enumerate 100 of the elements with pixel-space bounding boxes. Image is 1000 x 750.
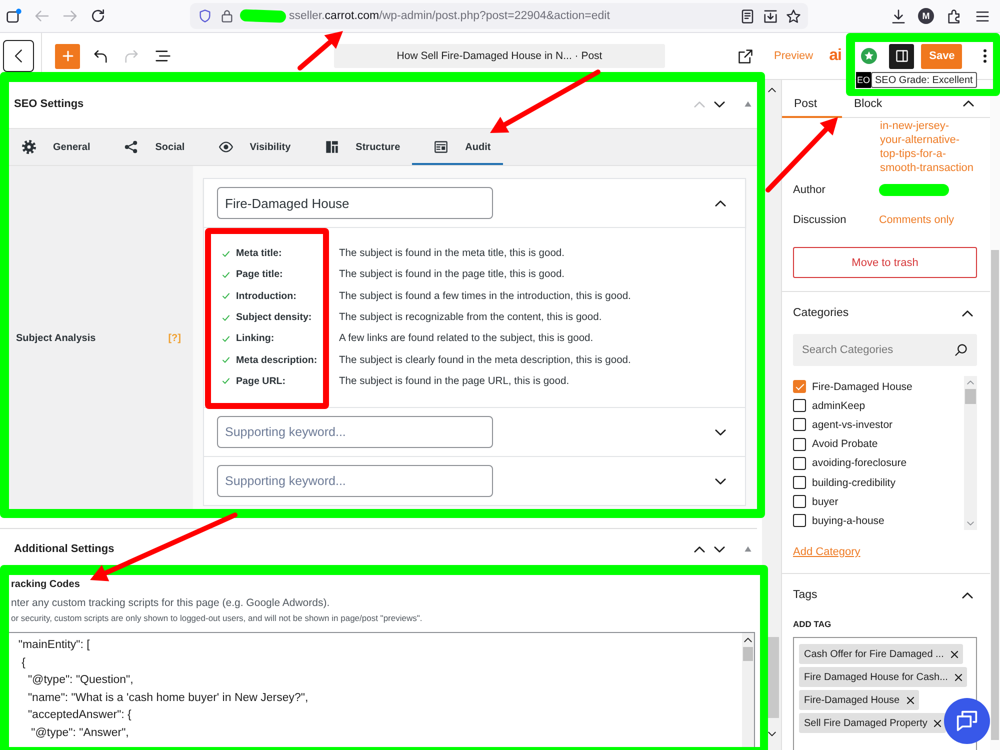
chevron-down-icon[interactable] — [715, 476, 726, 486]
lock-icon[interactable] — [220, 9, 234, 23]
field-label: Author — [793, 184, 826, 196]
field-note: or security, custom scripts are only shown to logged-out users, and will not be shown in page/post "previews". — [11, 613, 422, 623]
check-message: The subject is found a few times in the introduction, this is good. — [339, 290, 631, 302]
tag-field[interactable]: Cash Offer for Fire Damaged ... Fire Damaged House for Cash... Fire-Damaged House Sell Fire Damaged Property — [793, 637, 977, 750]
check-label: Page URL: — [236, 376, 287, 387]
checkbox[interactable] — [793, 438, 806, 451]
list-view-icon[interactable] — [155, 48, 171, 64]
page-icon[interactable] — [740, 8, 755, 24]
chevron-down-icon[interactable] — [714, 544, 725, 554]
check-message: The subject is found in the page URL, this is good. — [339, 376, 570, 387]
check-message: A few links are found related to the subject, this is good. — [339, 333, 594, 344]
sidebar-toggle-button[interactable] — [889, 44, 914, 68]
panel-title: Additional Settings — [14, 543, 114, 555]
external-link-icon[interactable] — [738, 48, 753, 64]
menu-icon[interactable] — [974, 8, 990, 24]
tab[interactable]: Audit — [412, 129, 503, 165]
document-icon — [434, 140, 448, 154]
field-description: nter any custom tracking scripts for this page (e.g. Google Adwords). — [11, 597, 330, 609]
chat-icon — [956, 710, 978, 732]
category-label: Fire-Damaged House — [812, 380, 912, 393]
close-icon[interactable] — [906, 696, 915, 704]
trash-button[interactable]: Move to trash — [793, 247, 977, 278]
scrollbar[interactable] — [990, 80, 1000, 750]
close-icon[interactable] — [954, 672, 963, 682]
keyword-input[interactable]: Supporting keyword... — [217, 416, 493, 448]
tooltip: SEO Grade: Excellent — [871, 72, 977, 88]
checkbox[interactable] — [793, 514, 806, 528]
chevron-up-icon[interactable] — [768, 86, 776, 94]
profile-avatar[interactable]: M — [918, 8, 934, 24]
checkbox[interactable] — [793, 380, 806, 394]
chevron-up-icon[interactable] — [963, 98, 974, 109]
section-label: Subject Analysis — [16, 332, 96, 344]
keyword-input[interactable]: Fire-Damaged House — [217, 187, 493, 219]
tab[interactable]: General — [0, 129, 102, 165]
check-message: The subject is clearly found in the meta description, this is good. — [339, 354, 631, 366]
close-icon[interactable] — [950, 650, 959, 658]
reload-icon[interactable] — [90, 8, 106, 24]
category-label: Avoid Probate — [812, 438, 878, 450]
chevron-down-icon[interactable] — [715, 426, 726, 438]
category-label: avoiding-foreclosure — [812, 457, 907, 470]
chevron-up-icon[interactable] — [715, 198, 726, 208]
triangle-up-icon[interactable] — [744, 545, 752, 553]
panel-title: SEO Settings — [14, 98, 84, 110]
triangle-up-icon[interactable] — [744, 100, 752, 108]
category-label: agent-vs-investor — [812, 418, 893, 431]
address-bar[interactable]: sseller.carrot.com/wp-admin/post.php?post=22904&action=edit — [190, 3, 808, 29]
section-title: Tags — [793, 589, 818, 601]
puzzle-piece-icon[interactable] — [946, 8, 962, 24]
check-label: Linking: — [236, 333, 276, 344]
chevron-up-icon[interactable] — [962, 308, 973, 318]
search-field[interactable]: Search Categories — [793, 334, 977, 366]
gear-icon — [22, 140, 36, 154]
back-button[interactable] — [3, 40, 34, 72]
chevron-down-icon[interactable] — [768, 730, 776, 738]
scrollbar-thumb[interactable] — [991, 250, 999, 740]
star-badge-icon[interactable] — [861, 48, 878, 64]
undo-icon[interactable] — [92, 48, 108, 64]
chevron-down-icon[interactable] — [714, 98, 725, 110]
chevron-up-icon[interactable] — [694, 544, 705, 554]
tab[interactable]: Visibility — [196, 129, 303, 165]
keyword-input[interactable]: Supporting keyword... — [217, 465, 493, 497]
check-label: Subject density: — [236, 312, 313, 324]
shield-icon[interactable] — [198, 9, 212, 23]
scrollbar[interactable] — [964, 376, 977, 530]
sidebar-tab[interactable]: Post — [782, 80, 842, 118]
tag-label: Fire-Damaged House — [804, 694, 900, 706]
star-icon[interactable] — [786, 8, 801, 24]
sidebar-panel-icon — [894, 49, 909, 63]
checkbox[interactable] — [793, 418, 806, 432]
tab[interactable]: Structure — [302, 129, 412, 165]
share-icon — [124, 140, 138, 154]
tag-label: Cash Offer for Fire Damaged ... — [804, 648, 944, 660]
check-message: The subject is recognizable from the content, this is good. — [339, 312, 602, 324]
download-tray-icon[interactable] — [763, 8, 778, 24]
download-icon[interactable] — [890, 8, 906, 24]
checkbox[interactable] — [793, 399, 806, 412]
category-label: adminKeep — [812, 400, 866, 412]
chevron-up-icon[interactable] — [962, 590, 973, 600]
check-label: Page title: — [236, 269, 284, 280]
document-title-bar[interactable]: How Sell Fire-Damaged House in N... · Post — [334, 44, 665, 68]
check-label: Meta title: — [236, 248, 283, 260]
label-tag: EO — [856, 72, 872, 88]
category-label: buying-a-house — [812, 514, 884, 527]
checkbox[interactable] — [793, 476, 806, 490]
checkbox[interactable] — [793, 495, 806, 508]
tab[interactable]: Social — [102, 129, 197, 165]
add-block-button[interactable] — [55, 44, 80, 68]
check-label: Introduction: — [236, 290, 298, 302]
checkbox[interactable] — [793, 456, 806, 470]
eye-icon — [218, 140, 233, 154]
chat-button[interactable] — [944, 698, 990, 744]
tag-label: Sell Fire Damaged Property — [804, 718, 928, 728]
close-icon[interactable] — [933, 718, 942, 728]
tag-label: Fire Damaged House for Cash... — [804, 672, 948, 682]
scrollbar-thumb[interactable] — [965, 389, 976, 404]
window-icon[interactable] — [6, 8, 22, 24]
check-label: Meta description: — [236, 354, 318, 366]
url-text[interactable]: sseller.carrot.com/wp-admin/post.php?post=22904&action=edit — [289, 10, 610, 22]
